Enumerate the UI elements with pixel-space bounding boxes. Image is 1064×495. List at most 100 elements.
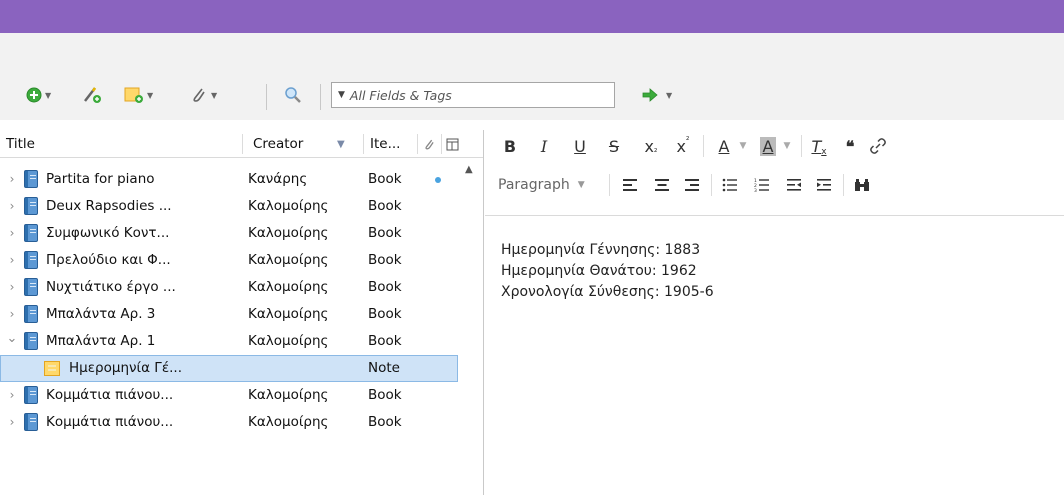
align-center-glyph [655,179,669,191]
book-icon [24,224,38,242]
scroll-up-arrow-icon[interactable]: ▲ [465,164,473,175]
chevron-down-icon: ▼ [147,90,154,100]
column-divider[interactable] [242,134,243,154]
column-picker-button[interactable] [446,130,459,158]
table-row[interactable]: › Κομμάτια πιάνου... Καλομοίρης Book [0,409,458,436]
items-scrollbar[interactable]: ▲ [459,158,483,495]
column-divider[interactable] [363,134,364,154]
table-row-selected[interactable]: Ημερομηνία Γέ... Note [0,355,458,382]
italic-icon[interactable]: I [533,135,555,157]
magnifier-icon [285,87,301,103]
chevron-down-icon: ▼ [577,180,585,190]
find-replace-icon[interactable] [851,174,873,196]
expand-chevron-icon[interactable]: › [6,225,18,241]
column-divider[interactable] [441,134,442,154]
strikethrough-icon[interactable]: S [603,135,625,157]
row-creator: Καλομοίρης [248,414,329,430]
row-title: Deux Rapsodies ... [46,198,172,214]
align-left-icon[interactable] [619,174,641,196]
magic-wand-icon [84,87,101,103]
row-item-type: Book [368,252,402,268]
row-title: Ημερομηνία Γέ... [69,360,183,376]
new-note-button[interactable]: ▼ [124,83,153,107]
note-editor-body[interactable]: Ημερομηνία Γέννησης: 1883 Ημερομηνία Θαν… [501,240,714,303]
items-list-header: Title Creator ▼ Ite... [0,130,483,158]
highlight-color-icon[interactable]: A [757,135,779,157]
blockquote-icon[interactable]: ❝ [839,135,861,157]
indent-glyph [817,179,831,191]
expand-chevron-icon[interactable]: › [6,198,18,214]
paragraph-format-dropdown[interactable]: Paragraph ▼ [498,174,585,196]
clear-formatting-icon[interactable]: Tx [807,135,831,158]
table-row[interactable]: › Συμφωνικό Κοντ... Καλομοίρης Book [0,220,458,247]
editor-toolbar-paragraph: Paragraph ▼ 123 [485,162,1064,216]
expand-chevron-icon[interactable]: › [6,279,18,295]
align-center-icon[interactable] [651,174,673,196]
table-row[interactable]: › Κομμάτια πιάνου... Καλομοίρης Book [0,382,458,409]
add-attachment-button[interactable]: ▼ [190,83,217,107]
table-row[interactable]: › Πρελούδιο και Φ... Καλομοίρης Book [0,247,458,274]
row-item-type: Book [368,198,402,214]
row-item-type: Note [368,360,400,376]
editor-toolbar-formatting: B I U S x₂ x² A ▼ A ▼ Tx ❝ [485,130,1064,162]
subscript-icon[interactable]: x₂ [639,135,663,157]
new-item-button[interactable]: ▼ [26,83,51,107]
binoculars-glyph [855,179,869,191]
chevron-down-icon: ▼ [211,90,218,100]
paperclip-icon [425,139,434,149]
align-right-icon[interactable] [681,174,703,196]
column-header-item-type[interactable]: Ite... [370,130,400,158]
green-arrow-icon [642,88,658,102]
note-add-icon [124,87,143,103]
table-row[interactable]: › Νυχτιάτικο έργο ... Καλομοίρης Book [0,274,458,301]
search-mode-dropdown-icon[interactable]: ▼ [338,90,345,100]
toolbar-divider [801,135,802,157]
book-icon [24,170,38,188]
chevron-down-icon: ▼ [666,90,673,100]
note-line: Ημερομηνία Θανάτου: 1962 [501,263,697,279]
row-title: Πρελούδιο και Φ... [46,252,171,268]
book-icon [24,197,38,215]
toolbar-divider [703,135,704,157]
row-item-type: Book [368,171,402,187]
svg-text:3: 3 [754,188,757,192]
bold-icon[interactable]: B [499,135,521,157]
table-row[interactable]: ⌄ Μπαλάντα Αρ. 1 Καλομοίρης Book [0,328,458,355]
text-color-icon[interactable]: A [713,135,735,157]
column-header-title[interactable]: Title [6,130,35,158]
bullet-list-glyph [722,178,737,192]
advanced-search-button[interactable] [284,83,302,107]
add-by-identifier-button[interactable] [82,82,102,106]
table-row[interactable]: › Μπαλάντα Αρ. 3 Καλομοίρης Book [0,301,458,328]
superscript-icon[interactable]: x² [671,135,695,157]
row-creator: Καλομοίρης [248,225,329,241]
expand-chevron-icon[interactable]: › [6,252,18,268]
chevron-down-icon[interactable]: ▼ [781,135,793,157]
bullet-list-icon[interactable] [719,174,741,196]
collapse-chevron-icon[interactable]: ⌄ [6,331,18,347]
row-title: Κομμάτια πιάνου... [46,414,174,430]
locate-button[interactable]: ▼ [642,83,672,107]
chevron-down-icon: ▼ [45,90,52,100]
expand-chevron-icon[interactable]: › [6,387,18,403]
link-icon[interactable] [867,135,889,157]
sort-descending-icon: ▼ [337,138,345,150]
outdent-icon[interactable] [783,174,805,196]
search-input[interactable]: ▼ All Fields & Tags [331,82,615,108]
table-row[interactable]: › Deux Rapsodies ... Καλομοίρης Book [0,193,458,220]
underline-icon[interactable]: U [569,135,591,157]
paperclip-icon [193,88,205,102]
table-row[interactable]: › Partita for piano Κανάρης Book [0,166,458,193]
menu-bar [0,33,1064,75]
expand-chevron-icon[interactable]: › [6,414,18,430]
expand-chevron-icon[interactable]: › [6,306,18,322]
indent-icon[interactable] [813,174,835,196]
items-list: Title Creator ▼ Ite... › Partita for pia… [0,130,484,495]
attachments-column-header[interactable] [423,130,436,158]
chevron-down-icon[interactable]: ▼ [737,135,749,157]
column-header-creator[interactable]: Creator [253,130,303,158]
note-editor: B I U S x₂ x² A ▼ A ▼ Tx ❝ Paragraph ▼ 1… [485,130,1064,495]
expand-chevron-icon[interactable]: › [6,171,18,187]
numbered-list-icon[interactable]: 123 [751,174,773,196]
column-divider[interactable] [417,134,418,154]
